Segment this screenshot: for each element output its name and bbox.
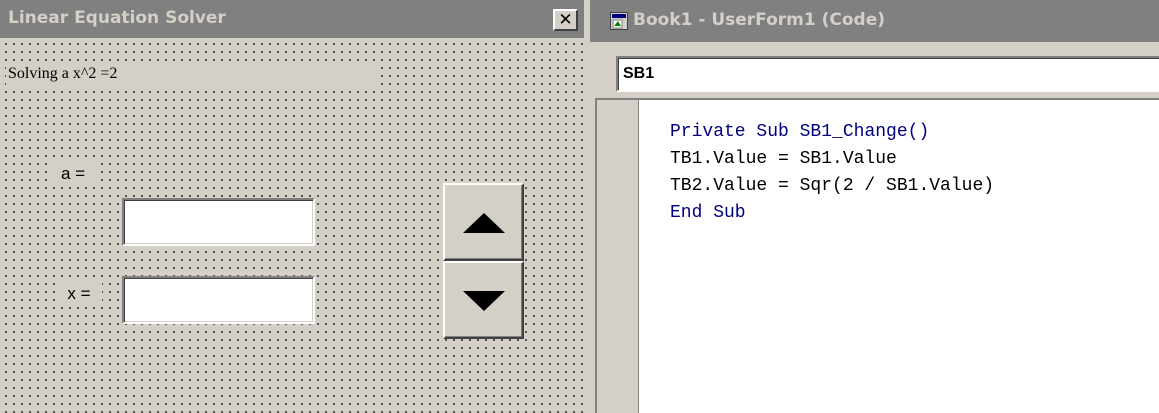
code-keyword: End Sub (670, 203, 746, 223)
label-a[interactable]: a = (50, 161, 96, 187)
code-text: SB1_Change() (788, 122, 930, 142)
code-lines: Private Sub SB1_Change() TB1.Value = SB1.… (670, 119, 994, 227)
code-line: End Sub (670, 200, 994, 227)
code-titlebar[interactable]: Book1 - UserForm1 (Code) (590, 0, 1159, 42)
code-text: TB2.Value = Sqr(2 / SB1.Value) (670, 176, 995, 196)
spin-down-button[interactable] (443, 261, 524, 339)
close-button[interactable]: ✕ (553, 9, 578, 31)
textbox-a[interactable] (122, 198, 315, 246)
object-selector-value: SB1 (623, 65, 655, 82)
userform-designer: Linear Equation Solver ✕ Solving a x^2 =… (0, 0, 584, 413)
spin-up-button[interactable] (443, 183, 524, 261)
code-window: Book1 - UserForm1 (Code) SB1 Private Sub… (590, 0, 1159, 413)
form-canvas[interactable]: Solving a x^2 =2 a = x = (0, 38, 584, 413)
code-text: TB1.Value = SB1.Value (670, 149, 897, 169)
form-title: Linear Equation Solver (8, 8, 226, 28)
triangle-up-icon (463, 213, 505, 233)
triangle-down-icon (463, 291, 505, 311)
code-line: Private Sub SB1_Change() (670, 119, 994, 146)
code-window-title: Book1 - UserForm1 (Code) (633, 10, 886, 30)
heading-label[interactable]: Solving a x^2 =2 (6, 63, 378, 85)
margin-indicator-bar[interactable] (597, 100, 639, 413)
code-line: TB1.Value = SB1.Value (670, 146, 994, 173)
label-x[interactable]: x = (56, 281, 102, 307)
textbox-x[interactable] (122, 276, 315, 324)
code-keyword: Private Sub (670, 122, 789, 142)
code-line: TB2.Value = Sqr(2 / SB1.Value) (670, 173, 994, 200)
form-titlebar[interactable]: Linear Equation Solver ✕ (0, 0, 584, 38)
close-icon: ✕ (558, 9, 573, 30)
vba-window-icon (610, 12, 628, 30)
object-selector[interactable]: SB1 (616, 56, 1159, 92)
code-pane[interactable]: Private Sub SB1_Change() TB1.Value = SB1.… (595, 98, 1159, 413)
